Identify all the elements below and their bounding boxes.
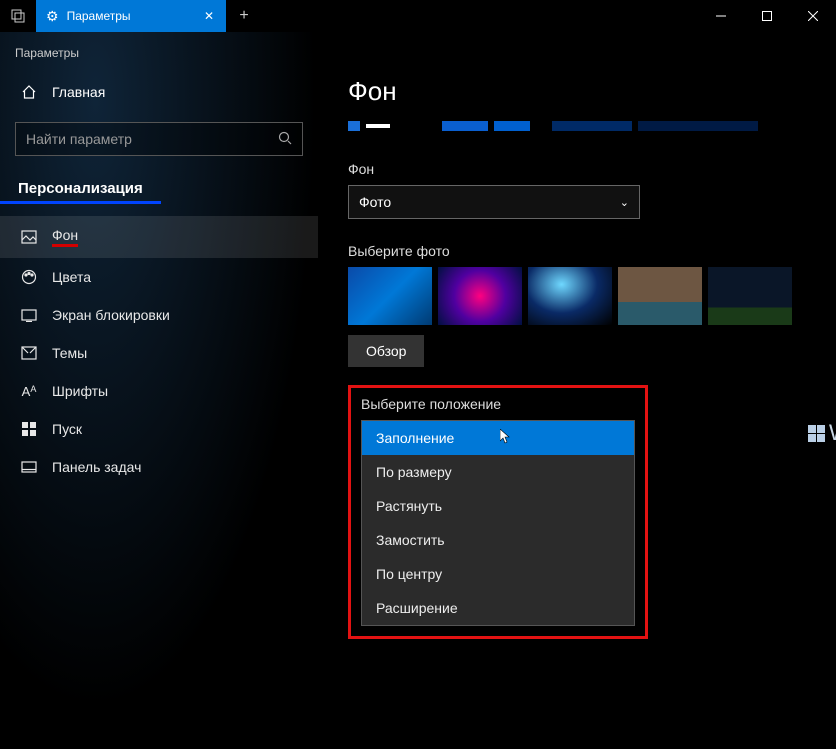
sidebar-item-label: Цвета: [52, 269, 91, 285]
fit-dropdown-open[interactable]: Заполнение По размеру Растянуть Замостит…: [361, 420, 635, 626]
fit-option[interactable]: Растянуть: [362, 489, 634, 523]
minimize-button[interactable]: [698, 0, 744, 32]
sidebar-item-label: Темы: [52, 345, 87, 361]
sidebar-item-label: Фон: [52, 227, 78, 247]
search-icon: [278, 131, 292, 148]
category-header: Персонализация: [0, 174, 161, 204]
titlebar-drag-area[interactable]: [262, 0, 698, 32]
fit-option[interactable]: Расширение: [362, 591, 634, 625]
fit-option[interactable]: Заполнение: [362, 421, 634, 455]
close-tab-icon[interactable]: ✕: [200, 9, 218, 23]
app-title: Параметры: [0, 42, 318, 76]
sidebar-item-label: Пуск: [52, 421, 82, 437]
sidebar: Параметры Главная Найти параметр Персона…: [0, 32, 318, 713]
background-label: Фон: [348, 161, 836, 177]
fit-option[interactable]: По центру: [362, 557, 634, 591]
fit-option[interactable]: Замостить: [362, 523, 634, 557]
maximize-button[interactable]: [744, 0, 790, 32]
palette-icon: [20, 269, 38, 285]
tab-title: Параметры: [67, 9, 131, 23]
preview-strip: [348, 121, 836, 131]
taskbar-icon: [20, 461, 38, 473]
photo-thumb[interactable]: [618, 267, 702, 325]
search-input[interactable]: Найти параметр: [15, 122, 303, 156]
sidebar-item-themes[interactable]: Темы: [0, 334, 318, 372]
start-icon: [20, 422, 38, 436]
dropdown-value: Фото: [359, 194, 391, 210]
sidebar-item-colors[interactable]: Цвета: [0, 258, 318, 296]
task-view-icon[interactable]: [0, 0, 36, 32]
home-link[interactable]: Главная: [0, 76, 318, 108]
tab-settings[interactable]: ⚙ Параметры ✕: [36, 0, 226, 32]
sidebar-item-start[interactable]: Пуск: [0, 410, 318, 448]
cursor-icon: [500, 429, 512, 448]
sidebar-item-label: Панель задач: [52, 459, 141, 475]
home-icon: [20, 84, 38, 100]
titlebar: ⚙ Параметры ✕ +: [0, 0, 836, 32]
fonts-icon: AA: [20, 384, 38, 399]
new-tab-button[interactable]: +: [226, 0, 262, 32]
fit-option[interactable]: По размеру: [362, 455, 634, 489]
highlight-annotation: Выберите положение Заполнение По размеру…: [348, 385, 648, 639]
sidebar-item-fonts[interactable]: AA Шрифты: [0, 372, 318, 410]
page-title: Фон: [348, 76, 836, 107]
main-content: Фон Фон Фото ⌄ Выберите фото Обзор Выбер…: [318, 32, 836, 713]
themes-icon: [20, 346, 38, 360]
watermark: WINNOTE.RU: [808, 420, 836, 446]
picture-icon: [20, 230, 38, 244]
photo-thumb[interactable]: [708, 267, 792, 325]
close-window-button[interactable]: [790, 0, 836, 32]
photo-thumbnails: [348, 267, 836, 325]
tab-strip: ⚙ Параметры ✕ +: [0, 0, 262, 32]
gear-icon: ⚙: [46, 8, 59, 25]
browse-button[interactable]: Обзор: [348, 335, 424, 367]
windows-logo-icon: [808, 425, 825, 442]
photo-thumb[interactable]: [348, 267, 432, 325]
sidebar-item-taskbar[interactable]: Панель задач: [0, 448, 318, 486]
search-placeholder: Найти параметр: [26, 131, 132, 147]
sidebar-item-label: Экран блокировки: [52, 307, 170, 323]
sidebar-item-label: Шрифты: [52, 383, 108, 399]
choose-photo-label: Выберите фото: [348, 243, 836, 259]
chevron-down-icon: ⌄: [620, 196, 629, 209]
sidebar-item-lockscreen[interactable]: Экран блокировки: [0, 296, 318, 334]
photo-thumb[interactable]: [528, 267, 612, 325]
photo-thumb[interactable]: [438, 267, 522, 325]
lockscreen-icon: [20, 309, 38, 322]
home-label: Главная: [52, 84, 105, 100]
sidebar-item-background[interactable]: Фон: [0, 216, 318, 258]
background-dropdown[interactable]: Фото ⌄: [348, 185, 640, 219]
choose-fit-label: Выберите положение: [361, 396, 635, 412]
